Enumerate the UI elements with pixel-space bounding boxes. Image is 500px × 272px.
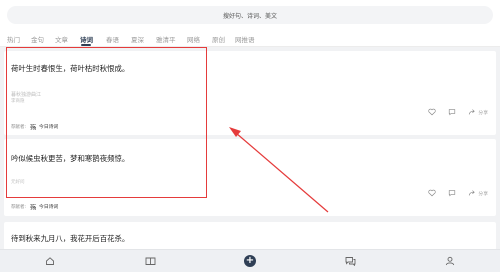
- heart-icon: [428, 108, 437, 116]
- nav-home[interactable]: [44, 255, 56, 267]
- tab-articles[interactable]: 文章: [55, 34, 68, 44]
- tab-yaqingping[interactable]: 雅清平: [156, 34, 176, 44]
- like-button[interactable]: [428, 108, 437, 116]
- nav-profile[interactable]: [444, 255, 456, 267]
- tab-original[interactable]: 原创: [212, 34, 225, 44]
- comment-icon: [449, 190, 456, 197]
- share-label: 分享: [478, 110, 488, 116]
- book-icon: [145, 257, 155, 265]
- recommender-row: 荐献者: 殇 今日诗词: [11, 203, 58, 210]
- annotation-highlight-box: [6, 47, 207, 198]
- share-button[interactable]: 分享: [468, 108, 488, 116]
- recommender-avatar-icon: 殇: [30, 203, 37, 210]
- person-icon: [445, 256, 455, 266]
- nav-messages[interactable]: [344, 255, 356, 267]
- home-icon: [46, 257, 54, 265]
- tab-net-phrases[interactable]: 网推语: [235, 34, 255, 44]
- tab-network[interactable]: 网络: [187, 34, 200, 44]
- poem-text: 待到秋来九月八，我花开后百花杀。: [11, 234, 130, 243]
- top-bar: 搜好句、诗词、美文: [0, 0, 500, 30]
- heart-icon: [428, 189, 437, 197]
- nav-library[interactable]: [144, 255, 156, 267]
- chat-icon: [345, 257, 355, 266]
- share-icon: [469, 190, 476, 196]
- like-button[interactable]: [428, 189, 437, 197]
- share-button[interactable]: 分享: [468, 189, 488, 197]
- search-input[interactable]: 搜好句、诗词、美文: [7, 6, 493, 24]
- category-tabs: 热门 金句 文章 诗词 春语 夏深 雅清平 网络 原创 网推语: [0, 30, 500, 47]
- tab-spring[interactable]: 春语: [106, 34, 119, 44]
- nav-create[interactable]: +: [244, 255, 256, 267]
- tab-quotes[interactable]: 金句: [31, 34, 44, 44]
- bottom-nav-bar: +: [0, 249, 500, 272]
- card-actions: 分享: [416, 108, 488, 116]
- tab-summer[interactable]: 夏深: [131, 34, 144, 44]
- plus-icon: +: [244, 255, 256, 267]
- svg-text:殇: 殇: [30, 203, 37, 210]
- tab-poetry[interactable]: 诗词: [80, 34, 93, 44]
- comment-icon: [449, 109, 456, 116]
- card-actions: 分享: [416, 189, 488, 197]
- comment-button[interactable]: [448, 108, 456, 116]
- share-icon: [469, 109, 476, 115]
- poem-card[interactable]: 待到秋来九月八，我花开后百花杀。: [4, 222, 496, 250]
- active-tab-indicator: [81, 44, 91, 46]
- tab-hot[interactable]: 热门: [7, 34, 20, 44]
- comment-button[interactable]: [448, 189, 456, 197]
- share-label: 分享: [478, 191, 488, 197]
- recommender-name[interactable]: 今日诗词: [39, 203, 58, 210]
- recommender-label: 荐献者:: [11, 204, 27, 210]
